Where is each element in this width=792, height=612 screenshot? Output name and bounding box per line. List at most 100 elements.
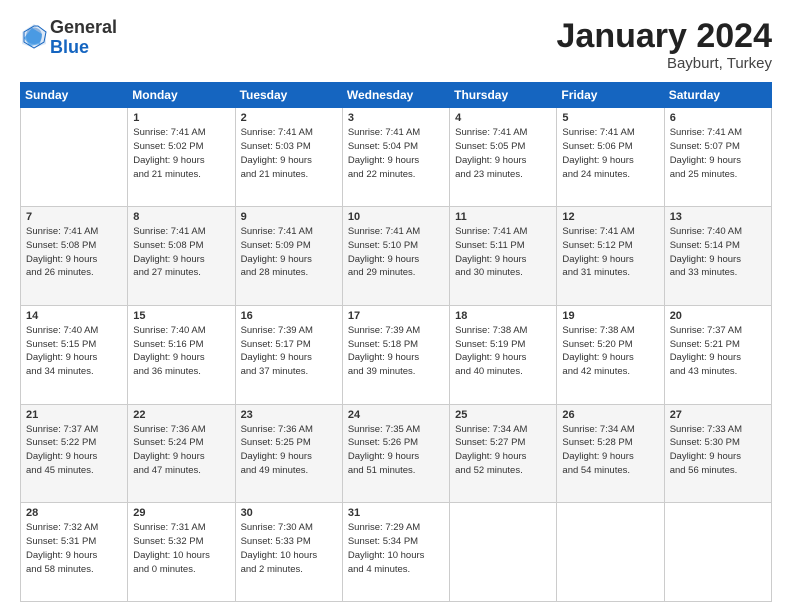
day-number: 12 — [562, 211, 658, 223]
day-info: Sunrise: 7:41 AMSunset: 5:08 PMDaylight:… — [26, 225, 122, 280]
day-info: Sunrise: 7:41 AMSunset: 5:08 PMDaylight:… — [133, 225, 229, 280]
calendar-cell: 17 Sunrise: 7:39 AMSunset: 5:18 PMDayligh… — [342, 305, 449, 404]
day-number: 19 — [562, 310, 658, 322]
calendar-cell: 7 Sunrise: 7:41 AMSunset: 5:08 PMDaylight… — [21, 207, 128, 306]
month-title: January 2024 — [557, 18, 773, 55]
day-number: 22 — [133, 409, 229, 421]
calendar-cell: 3 Sunrise: 7:41 AMSunset: 5:04 PMDaylight… — [342, 108, 449, 207]
day-number: 28 — [26, 507, 122, 519]
day-info: Sunrise: 7:33 AMSunset: 5:30 PMDaylight:… — [670, 423, 766, 478]
calendar-cell: 12Sunrise: 7:41 AMSunset: 5:12 PMDayligh… — [557, 207, 664, 306]
calendar-cell — [557, 503, 664, 602]
calendar-header-wednesday: Wednesday — [342, 83, 449, 108]
day-number: 13 — [670, 211, 766, 223]
day-info: Sunrise: 7:32 AMSunset: 5:31 PMDaylight:… — [26, 521, 122, 576]
calendar-week-5: 28 Sunrise: 7:32 AMSunset: 5:31 PMDayligh… — [21, 503, 772, 602]
day-number: 25 — [455, 409, 551, 421]
day-info: Sunrise: 7:38 AMSunset: 5:20 PMDaylight:… — [562, 324, 658, 379]
logo-general-text: General — [50, 17, 117, 37]
day-number: 8 — [133, 211, 229, 223]
day-number: 21 — [26, 409, 122, 421]
day-info: Sunrise: 7:36 AMSunset: 5:25 PMDaylight:… — [241, 423, 337, 478]
calendar-header-sunday: Sunday — [21, 83, 128, 108]
day-number: 18 — [455, 310, 551, 322]
calendar-cell: 19 Sunrise: 7:38 AMSunset: 5:20 PMDayligh… — [557, 305, 664, 404]
calendar-cell: 13Sunrise: 7:40 AMSunset: 5:14 PMDayligh… — [664, 207, 771, 306]
day-number: 11 — [455, 211, 551, 223]
calendar-cell: 11 Sunrise: 7:41 AMSunset: 5:11 PMDayligh… — [450, 207, 557, 306]
day-info: Sunrise: 7:41 AMSunset: 5:11 PMDaylight:… — [455, 225, 551, 280]
logo: General Blue — [20, 18, 117, 58]
calendar-week-2: 7 Sunrise: 7:41 AMSunset: 5:08 PMDaylight… — [21, 207, 772, 306]
calendar-header-row: SundayMondayTuesdayWednesdayThursdayFrid… — [21, 83, 772, 108]
calendar-cell: 23Sunrise: 7:36 AMSunset: 5:25 PMDayligh… — [235, 404, 342, 503]
logo-blue-text: Blue — [50, 37, 89, 57]
day-info: Sunrise: 7:41 AMSunset: 5:03 PMDaylight:… — [241, 126, 337, 181]
day-number: 3 — [348, 112, 444, 124]
calendar-header-friday: Friday — [557, 83, 664, 108]
day-info: Sunrise: 7:36 AMSunset: 5:24 PMDaylight:… — [133, 423, 229, 478]
day-info: Sunrise: 7:41 AMSunset: 5:09 PMDaylight:… — [241, 225, 337, 280]
calendar-cell — [21, 108, 128, 207]
day-info: Sunrise: 7:40 AMSunset: 5:15 PMDaylight:… — [26, 324, 122, 379]
calendar-cell: 31 Sunrise: 7:29 AMSunset: 5:34 PMDayligh… — [342, 503, 449, 602]
calendar-cell: 26Sunrise: 7:34 AMSunset: 5:28 PMDayligh… — [557, 404, 664, 503]
calendar-header-tuesday: Tuesday — [235, 83, 342, 108]
day-number: 2 — [241, 112, 337, 124]
calendar-cell: 22 Sunrise: 7:36 AMSunset: 5:24 PMDayligh… — [128, 404, 235, 503]
calendar-cell: 15Sunrise: 7:40 AMSunset: 5:16 PMDayligh… — [128, 305, 235, 404]
day-info: Sunrise: 7:41 AMSunset: 5:04 PMDaylight:… — [348, 126, 444, 181]
calendar-week-1: 1 Sunrise: 7:41 AMSunset: 5:02 PMDaylight… — [21, 108, 772, 207]
day-info: Sunrise: 7:37 AMSunset: 5:21 PMDaylight:… — [670, 324, 766, 379]
calendar-cell: 24Sunrise: 7:35 AMSunset: 5:26 PMDayligh… — [342, 404, 449, 503]
day-number: 10 — [348, 211, 444, 223]
calendar-header-thursday: Thursday — [450, 83, 557, 108]
day-info: Sunrise: 7:30 AMSunset: 5:33 PMDaylight:… — [241, 521, 337, 576]
day-info: Sunrise: 7:29 AMSunset: 5:34 PMDaylight:… — [348, 521, 444, 576]
calendar-header-saturday: Saturday — [664, 83, 771, 108]
calendar-table: SundayMondayTuesdayWednesdayThursdayFrid… — [20, 82, 772, 602]
title-block: January 2024 Bayburt, Turkey — [557, 18, 773, 72]
calendar-cell: 6 Sunrise: 7:41 AMSunset: 5:07 PMDaylight… — [664, 108, 771, 207]
day-number: 31 — [348, 507, 444, 519]
day-info: Sunrise: 7:41 AMSunset: 5:07 PMDaylight:… — [670, 126, 766, 181]
calendar-week-4: 21Sunrise: 7:37 AMSunset: 5:22 PMDayligh… — [21, 404, 772, 503]
day-number: 17 — [348, 310, 444, 322]
day-info: Sunrise: 7:41 AMSunset: 5:02 PMDaylight:… — [133, 126, 229, 181]
day-info: Sunrise: 7:38 AMSunset: 5:19 PMDaylight:… — [455, 324, 551, 379]
day-info: Sunrise: 7:35 AMSunset: 5:26 PMDaylight:… — [348, 423, 444, 478]
calendar-cell: 21Sunrise: 7:37 AMSunset: 5:22 PMDayligh… — [21, 404, 128, 503]
calendar-cell: 4 Sunrise: 7:41 AMSunset: 5:05 PMDaylight… — [450, 108, 557, 207]
calendar-cell: 2 Sunrise: 7:41 AMSunset: 5:03 PMDaylight… — [235, 108, 342, 207]
day-number: 7 — [26, 211, 122, 223]
day-number: 4 — [455, 112, 551, 124]
day-number: 9 — [241, 211, 337, 223]
day-info: Sunrise: 7:31 AMSunset: 5:32 PMDaylight:… — [133, 521, 229, 576]
calendar-cell: 10 Sunrise: 7:41 AMSunset: 5:10 PMDayligh… — [342, 207, 449, 306]
day-number: 20 — [670, 310, 766, 322]
day-number: 1 — [133, 112, 229, 124]
calendar-cell: 27Sunrise: 7:33 AMSunset: 5:30 PMDayligh… — [664, 404, 771, 503]
calendar-cell: 29Sunrise: 7:31 AMSunset: 5:32 PMDayligh… — [128, 503, 235, 602]
calendar-cell: 1 Sunrise: 7:41 AMSunset: 5:02 PMDaylight… — [128, 108, 235, 207]
calendar-cell: 14 Sunrise: 7:40 AMSunset: 5:15 PMDayligh… — [21, 305, 128, 404]
calendar-cell: 25 Sunrise: 7:34 AMSunset: 5:27 PMDayligh… — [450, 404, 557, 503]
day-info: Sunrise: 7:40 AMSunset: 5:16 PMDaylight:… — [133, 324, 229, 379]
location: Bayburt, Turkey — [557, 55, 773, 72]
calendar-week-3: 14 Sunrise: 7:40 AMSunset: 5:15 PMDayligh… — [21, 305, 772, 404]
day-number: 5 — [562, 112, 658, 124]
day-number: 16 — [241, 310, 337, 322]
day-info: Sunrise: 7:41 AMSunset: 5:10 PMDaylight:… — [348, 225, 444, 280]
day-info: Sunrise: 7:34 AMSunset: 5:27 PMDaylight:… — [455, 423, 551, 478]
calendar-cell: 9 Sunrise: 7:41 AMSunset: 5:09 PMDaylight… — [235, 207, 342, 306]
day-number: 6 — [670, 112, 766, 124]
calendar-cell — [450, 503, 557, 602]
day-number: 30 — [241, 507, 337, 519]
calendar-cell: 30 Sunrise: 7:30 AMSunset: 5:33 PMDayligh… — [235, 503, 342, 602]
day-info: Sunrise: 7:41 AMSunset: 5:05 PMDaylight:… — [455, 126, 551, 181]
day-info: Sunrise: 7:39 AMSunset: 5:17 PMDaylight:… — [241, 324, 337, 379]
calendar-cell: 20 Sunrise: 7:37 AMSunset: 5:21 PMDayligh… — [664, 305, 771, 404]
calendar-header-monday: Monday — [128, 83, 235, 108]
day-number: 14 — [26, 310, 122, 322]
day-info: Sunrise: 7:39 AMSunset: 5:18 PMDaylight:… — [348, 324, 444, 379]
